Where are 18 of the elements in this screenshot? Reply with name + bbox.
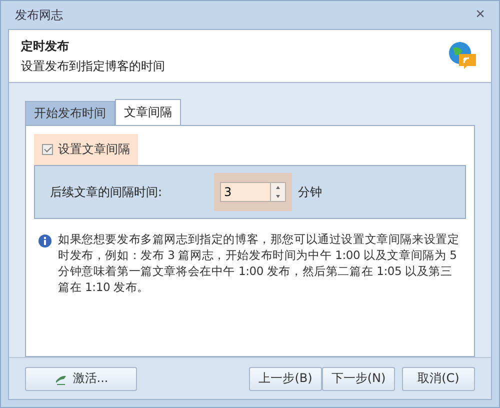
activate-button[interactable]: 激活... (25, 366, 137, 390)
tab[interactable]: 文章间隔 (115, 99, 181, 125)
unit-label: 分钟 (298, 184, 322, 200)
header-subtitle: 设置发布到指定博客的时间 (21, 58, 166, 74)
interval-label: 后续文章的间隔时间: (50, 184, 164, 200)
tab[interactable]: 开始发布时间 (25, 101, 115, 125)
number-field[interactable]: 3 (220, 182, 270, 202)
spin-arrows-icon[interactable] (270, 182, 286, 202)
window-title: 发布网志 (15, 6, 64, 24)
header-title: 定时发布 (21, 38, 70, 54)
close-button[interactable]: × (474, 7, 487, 23)
dialog-button[interactable]: 上一步(B) (249, 366, 322, 390)
globe-feed-icon (447, 40, 479, 72)
dialog-button[interactable]: 取消(C) (402, 366, 475, 390)
info-text: 如果您想要发布多篇网志到指定的博客，那您可以通过设置文章间隔来设置定时发布，例如：发布 3 篇网志，开始发布时间为中午 1:00 以及文章间隔为 5 分钟意味着第一篇文章将会在中午 1:00 发布，然后第二篇在 1:05 以及第三篇在 1:10 发布。 (58, 231, 460, 295)
checkbox[interactable] (42, 144, 53, 155)
dialog-button[interactable]: 下一步(N) (322, 366, 395, 390)
info-icon (38, 234, 52, 248)
